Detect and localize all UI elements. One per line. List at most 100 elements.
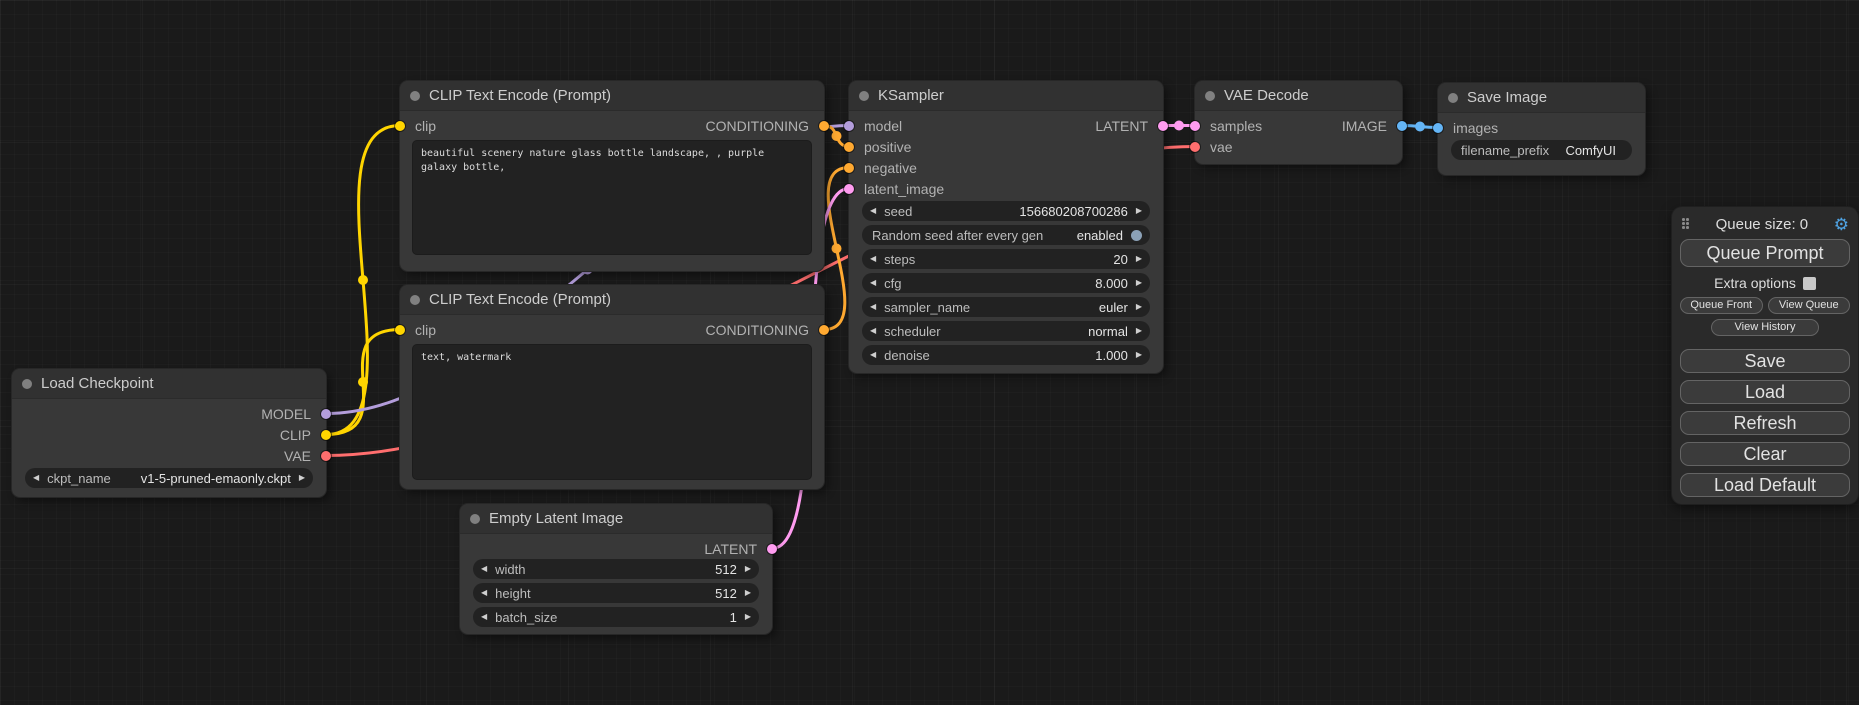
widget-ckpt-name[interactable]: ◀ ckpt_name v1-5-pruned-emaonly.ckpt ▶ [25, 468, 313, 488]
input-port-model[interactable] [844, 121, 854, 131]
collapse-dot-icon[interactable] [470, 514, 480, 524]
node-clip-text-encode-negative[interactable]: CLIP Text Encode (Prompt) clip CONDITION… [400, 285, 824, 489]
decrement-arrow-icon[interactable]: ◀ [481, 589, 487, 597]
widget-label: height [495, 586, 530, 601]
wire-midpoint-dot [1415, 122, 1425, 132]
widget-value: 1 [730, 610, 737, 625]
output-port-latent[interactable] [1158, 121, 1168, 131]
widget-sampler-name[interactable]: ◀ sampler_name euler ▶ [862, 297, 1150, 317]
increment-arrow-icon[interactable]: ▶ [745, 565, 751, 573]
collapse-dot-icon[interactable] [859, 91, 869, 101]
widget-width[interactable]: ◀ width 512 ▶ [473, 559, 759, 579]
node-title-bar[interactable]: VAE Decode [1195, 81, 1402, 111]
node-title-bar[interactable]: KSampler [849, 81, 1163, 111]
positive-prompt-textarea[interactable]: beautiful scenery nature glass bottle la… [412, 140, 812, 255]
widget-denoise[interactable]: ◀ denoise 1.000 ▶ [862, 345, 1150, 365]
load-default-button[interactable]: Load Default [1680, 473, 1850, 497]
node-clip-text-encode-positive[interactable]: CLIP Text Encode (Prompt) clip CONDITION… [400, 81, 824, 271]
load-button[interactable]: Load [1680, 380, 1850, 404]
node-load-checkpoint[interactable]: Load Checkpoint MODEL CLIP VAE ◀ ckpt_na… [12, 369, 326, 497]
increment-arrow-icon[interactable]: ▶ [745, 589, 751, 597]
input-port-images[interactable] [1433, 123, 1443, 133]
output-port-model[interactable] [321, 409, 331, 419]
increment-arrow-icon[interactable]: ▶ [1136, 351, 1142, 359]
view-queue-button[interactable]: View Queue [1768, 297, 1851, 314]
input-port-clip[interactable] [395, 121, 405, 131]
input-port-latent-image[interactable] [844, 184, 854, 194]
decrement-arrow-icon[interactable]: ◀ [33, 474, 39, 482]
output-port-vae[interactable] [321, 451, 331, 461]
node-title: Save Image [1467, 89, 1547, 106]
increment-arrow-icon[interactable]: ▶ [745, 613, 751, 621]
input-port-positive[interactable] [844, 142, 854, 152]
widget-height[interactable]: ◀ height 512 ▶ [473, 583, 759, 603]
input-port-vae[interactable] [1190, 142, 1200, 152]
increment-arrow-icon[interactable]: ▶ [1136, 255, 1142, 263]
slot-row: vae [1195, 136, 1402, 157]
input-label-samples: samples [1210, 118, 1262, 134]
input-port-clip[interactable] [395, 325, 405, 335]
refresh-button[interactable]: Refresh [1680, 411, 1850, 435]
widget-batch-size[interactable]: ◀ batch_size 1 ▶ [473, 607, 759, 627]
widget-random-seed-toggle[interactable]: Random seed after every gen enabled [862, 225, 1150, 245]
widget-steps[interactable]: ◀ steps 20 ▶ [862, 249, 1150, 269]
output-label-latent: LATENT [704, 541, 757, 557]
toggle-dot-icon[interactable] [1131, 230, 1142, 241]
decrement-arrow-icon[interactable]: ◀ [870, 207, 876, 215]
widget-filename-prefix[interactable]: filename_prefix ComfyUI [1451, 140, 1632, 160]
output-port-image[interactable] [1397, 121, 1407, 131]
collapse-dot-icon[interactable] [410, 295, 420, 305]
collapse-dot-icon[interactable] [22, 379, 32, 389]
output-port-conditioning[interactable] [819, 121, 829, 131]
output-port-latent[interactable] [767, 544, 777, 554]
settings-gear-icon[interactable]: ⚙ [1834, 216, 1849, 233]
input-port-samples[interactable] [1190, 121, 1200, 131]
decrement-arrow-icon[interactable]: ◀ [870, 327, 876, 335]
widget-label: steps [884, 252, 915, 267]
drag-handle-icon[interactable] [1682, 218, 1690, 230]
increment-arrow-icon[interactable]: ▶ [1136, 327, 1142, 335]
view-history-button[interactable]: View History [1711, 319, 1820, 336]
wire-midpoint-dot [832, 244, 842, 254]
collapse-dot-icon[interactable] [1448, 93, 1458, 103]
node-title-bar[interactable]: CLIP Text Encode (Prompt) [400, 285, 824, 315]
node-title-bar[interactable]: CLIP Text Encode (Prompt) [400, 81, 824, 111]
decrement-arrow-icon[interactable]: ◀ [481, 613, 487, 621]
extra-options-checkbox[interactable] [1803, 277, 1816, 290]
node-ksampler[interactable]: KSampler model LATENT positive negative … [849, 81, 1163, 373]
increment-arrow-icon[interactable]: ▶ [1136, 207, 1142, 215]
slot-row: LATENT [460, 538, 772, 559]
collapse-dot-icon[interactable] [410, 91, 420, 101]
node-graph-canvas[interactable]: Load Checkpoint MODEL CLIP VAE ◀ ckpt_na… [0, 0, 1859, 705]
node-title-bar[interactable]: Empty Latent Image [460, 504, 772, 534]
queue-prompt-button[interactable]: Queue Prompt [1680, 239, 1850, 267]
widget-scheduler[interactable]: ◀ scheduler normal ▶ [862, 321, 1150, 341]
decrement-arrow-icon[interactable]: ◀ [870, 279, 876, 287]
queue-front-button[interactable]: Queue Front [1680, 297, 1763, 314]
widget-cfg[interactable]: ◀ cfg 8.000 ▶ [862, 273, 1150, 293]
input-label-positive: positive [864, 139, 911, 155]
increment-arrow-icon[interactable]: ▶ [1136, 303, 1142, 311]
negative-prompt-textarea[interactable]: text, watermark [412, 344, 812, 480]
node-vae-decode[interactable]: VAE Decode samples IMAGE vae [1195, 81, 1402, 164]
decrement-arrow-icon[interactable]: ◀ [870, 351, 876, 359]
node-title-bar[interactable]: Load Checkpoint [12, 369, 326, 399]
output-port-clip[interactable] [321, 430, 331, 440]
collapse-dot-icon[interactable] [1205, 91, 1215, 101]
input-label-clip: clip [415, 118, 436, 134]
input-port-negative[interactable] [844, 163, 854, 173]
increment-arrow-icon[interactable]: ▶ [299, 474, 305, 482]
node-title-bar[interactable]: Save Image [1438, 83, 1645, 113]
node-empty-latent-image[interactable]: Empty Latent Image LATENT ◀ width 512 ▶ … [460, 504, 772, 634]
clear-button[interactable]: Clear [1680, 442, 1850, 466]
increment-arrow-icon[interactable]: ▶ [1136, 279, 1142, 287]
widget-value: 1.000 [1095, 348, 1128, 363]
decrement-arrow-icon[interactable]: ◀ [870, 255, 876, 263]
widget-value: v1-5-pruned-emaonly.ckpt [141, 471, 291, 486]
save-button[interactable]: Save [1680, 349, 1850, 373]
output-port-conditioning[interactable] [819, 325, 829, 335]
decrement-arrow-icon[interactable]: ◀ [481, 565, 487, 573]
node-save-image[interactable]: Save Image images filename_prefix ComfyU… [1438, 83, 1645, 175]
widget-seed[interactable]: ◀ seed 156680208700286 ▶ [862, 201, 1150, 221]
decrement-arrow-icon[interactable]: ◀ [870, 303, 876, 311]
